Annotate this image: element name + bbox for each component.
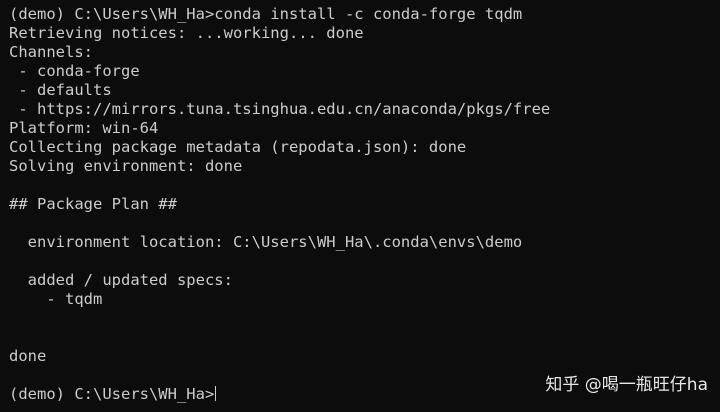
terminal-output-line: added / updated specs: (9, 271, 233, 289)
terminal-output-line: - https://mirrors.tuna.tsinghua.edu.cn/a… (9, 100, 551, 118)
terminal-output-line: Platform: win-64 (9, 119, 159, 137)
terminal-output-line: Channels: (9, 43, 93, 61)
terminal-output-line: ## Package Plan ## (9, 195, 177, 213)
terminal-prompt: (demo) C:\Users\WH_Ha> (9, 385, 215, 403)
terminal-output-line: - defaults (9, 81, 112, 99)
text-cursor (215, 386, 217, 401)
terminal-output-line: done (9, 347, 47, 365)
terminal-prompt-line[interactable]: (demo) C:\Users\WH_Ha> (9, 385, 217, 404)
terminal-command-line: (demo) C:\Users\WH_Ha>conda install -c c… (9, 5, 523, 23)
watermark: 知乎 @喝一瓶旺仔ha (545, 375, 708, 395)
terminal-output-line: Solving environment: done (9, 157, 243, 175)
terminal-window[interactable]: (demo) C:\Users\WH_Ha>conda install -c c… (0, 0, 720, 412)
terminal-output-line: environment location: C:\Users\WH_Ha\.co… (9, 233, 523, 251)
terminal-output-line: Retrieving notices: ...working... done (9, 24, 364, 42)
terminal-output-line: Collecting package metadata (repodata.js… (9, 138, 467, 156)
terminal-output-line: - tqdm (9, 290, 103, 308)
terminal-output-line: - conda-forge (9, 62, 140, 80)
